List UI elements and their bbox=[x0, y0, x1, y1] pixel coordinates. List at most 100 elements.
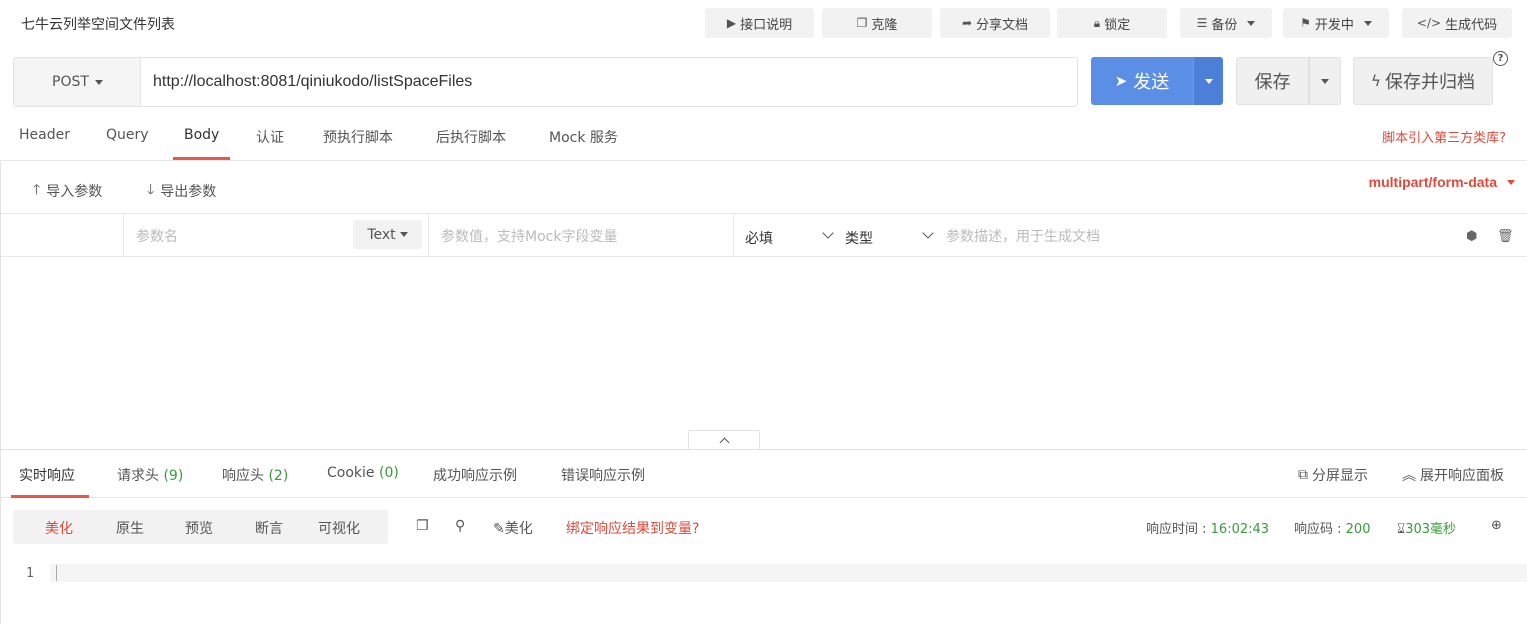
save-options-button[interactable] bbox=[1309, 57, 1341, 105]
cookie-count: (0) bbox=[378, 465, 399, 481]
tab-realtime-response[interactable]: 实时响应 bbox=[19, 465, 75, 485]
tab-mock[interactable]: Mock 服务 bbox=[549, 127, 618, 147]
play-icon: ▶ bbox=[726, 16, 737, 30]
share-doc-label: 分享文档 bbox=[976, 17, 1029, 33]
import-params-label: 导入参数 bbox=[46, 184, 103, 200]
tab-success-example[interactable]: 成功响应示例 bbox=[433, 465, 517, 485]
chevron-up-icon bbox=[719, 437, 729, 448]
copy-icon[interactable]: ❐ bbox=[416, 518, 429, 534]
tab-query[interactable]: Query bbox=[106, 127, 149, 143]
active-tab-indicator bbox=[173, 157, 230, 160]
collapse-panel-handle[interactable] bbox=[688, 430, 760, 450]
tab-request-headers[interactable]: 请求头 (9) bbox=[117, 465, 183, 485]
send-label: 发送 bbox=[1133, 72, 1170, 93]
split-icon: ⧉ bbox=[1298, 467, 1308, 483]
help-icon[interactable]: ? bbox=[1493, 51, 1508, 66]
export-params-button[interactable]: 🡓 导出参数 bbox=[147, 179, 216, 203]
backup-label: 备份 bbox=[1211, 17, 1238, 33]
active-line-highlight bbox=[50, 564, 1527, 582]
required-select[interactable]: 必填 bbox=[745, 228, 773, 248]
param-type-label: Text bbox=[367, 226, 396, 243]
download-icon[interactable]: ⊕ bbox=[1491, 518, 1502, 533]
send-button[interactable]: ➤ 发送 bbox=[1091, 57, 1193, 105]
request-headers-count: (9) bbox=[163, 468, 184, 484]
datatype-select[interactable]: 类型 bbox=[845, 228, 873, 248]
script-library-link[interactable]: 脚本引入第三方类库? bbox=[1382, 127, 1506, 146]
save-archive-label: 保存并归档 bbox=[1384, 72, 1475, 93]
tab-cookie[interactable]: Cookie (0) bbox=[327, 465, 399, 481]
view-mode-visualize[interactable]: 可视化 bbox=[318, 518, 360, 538]
expand-panel-button[interactable]: ︽ 展开响应面板 bbox=[1402, 465, 1504, 485]
method-select[interactable]: POST bbox=[13, 57, 141, 107]
cube-icon[interactable]: ⬢ bbox=[1466, 229, 1477, 244]
lock-label: 锁定 bbox=[1104, 17, 1131, 33]
share-doc-button[interactable]: ➦ 分享文档 bbox=[940, 8, 1050, 38]
duration-value: 303毫秒 bbox=[1405, 522, 1457, 537]
arrow-up-icon: 🡑 bbox=[33, 182, 41, 198]
send-options-button[interactable] bbox=[1193, 57, 1223, 105]
import-params-button[interactable]: 🡑 导入参数 bbox=[33, 179, 102, 203]
arrow-down-icon: 🡓 bbox=[147, 182, 155, 198]
copy-icon: ❐ bbox=[856, 16, 868, 30]
search-icon[interactable]: ⚲ bbox=[455, 518, 465, 534]
method-label: POST bbox=[52, 74, 89, 90]
response-editor[interactable]: 1 bbox=[0, 556, 1527, 624]
lock-button[interactable]: 🔒︎ 锁定 bbox=[1057, 8, 1167, 38]
response-headers-label: 响应头 bbox=[222, 468, 264, 484]
send-icon: ➤ bbox=[1114, 72, 1128, 90]
view-mode-pretty[interactable]: 美化 bbox=[45, 518, 73, 538]
code-icon: </> bbox=[1416, 16, 1442, 30]
database-icon: ☰ bbox=[1196, 16, 1208, 30]
tab-pre-script[interactable]: 预执行脚本 bbox=[323, 127, 393, 147]
api-doc-button[interactable]: ▶ 接口说明 bbox=[705, 8, 814, 38]
response-time-label: 响应时间 : bbox=[1146, 522, 1211, 537]
response-time: 响应时间 : 16:02:43 bbox=[1146, 518, 1269, 537]
top-bar: 七牛云列举空间文件列表 ▶ 接口说明 ❐ 克隆 ➦ 分享文档 🔒︎ 锁定 ☰ 备… bbox=[0, 0, 1527, 46]
response-code-value: 200 bbox=[1345, 522, 1371, 537]
tab-response-headers[interactable]: 响应头 (2) bbox=[222, 465, 288, 485]
param-desc-input[interactable]: 参数描述，用于生成文档 bbox=[946, 226, 1100, 246]
content-type-select[interactable]: multipart/form-data bbox=[1369, 174, 1515, 190]
tab-post-script[interactable]: 后执行脚本 bbox=[436, 127, 506, 147]
view-mode-group: 美化 原生 预览 断言 可视化 bbox=[13, 510, 388, 544]
view-mode-preview[interactable]: 预览 bbox=[185, 518, 213, 538]
tab-header[interactable]: Header bbox=[19, 127, 70, 143]
line-number: 1 bbox=[26, 566, 34, 581]
tab-error-example[interactable]: 错误响应示例 bbox=[561, 465, 645, 485]
response-duration: ⌛︎303毫秒 bbox=[1397, 518, 1456, 537]
double-chevron-up-icon: ︽ bbox=[1402, 468, 1416, 484]
tab-body[interactable]: Body bbox=[184, 127, 219, 143]
export-params-label: 导出参数 bbox=[160, 184, 217, 200]
page-title: 七牛云列举空间文件列表 bbox=[21, 17, 175, 33]
request-tabs: Header Query Body 认证 预执行脚本 后执行脚本 Mock 服务… bbox=[0, 112, 1527, 161]
trash-icon[interactable]: 🗑︎ bbox=[1497, 229, 1514, 244]
chevron-down-icon bbox=[1363, 20, 1372, 26]
param-row: 参数名 Text 参数值，支持Mock字段变量 必填 类型 参数描述，用于生成文… bbox=[0, 213, 1527, 257]
save-button[interactable]: 保存 bbox=[1236, 57, 1309, 105]
param-value-input[interactable]: 参数值，支持Mock字段变量 bbox=[441, 226, 617, 246]
generate-code-button[interactable]: </> 生成代码 bbox=[1402, 8, 1512, 38]
content-type-label: multipart/form-data bbox=[1368, 174, 1497, 190]
clone-button[interactable]: ❐ 克隆 bbox=[822, 8, 932, 38]
bind-variable-link[interactable]: 绑定响应结果到变量? bbox=[566, 518, 699, 538]
view-mode-raw[interactable]: 原生 bbox=[116, 518, 144, 538]
param-type-select[interactable]: Text bbox=[353, 220, 422, 249]
backup-dropdown[interactable]: ☰ 备份 bbox=[1180, 8, 1272, 38]
chevron-down-icon bbox=[1321, 78, 1329, 84]
chevron-down-icon[interactable] bbox=[922, 227, 934, 239]
line-gutter: 1 bbox=[0, 564, 50, 624]
chevron-down-icon bbox=[1507, 179, 1515, 185]
param-name-input[interactable]: 参数名 bbox=[136, 226, 178, 246]
tab-auth[interactable]: 认证 bbox=[256, 127, 284, 147]
param-actions: 🡑 导入参数 🡓 导出参数 multipart/form-data bbox=[0, 162, 1527, 214]
chevron-down-icon[interactable] bbox=[822, 227, 834, 239]
save-archive-button[interactable]: ϟ 保存并归档 bbox=[1353, 57, 1493, 105]
param-value-cell[interactable]: 参数值，支持Mock字段变量 bbox=[429, 214, 734, 256]
url-input[interactable] bbox=[140, 57, 1078, 107]
lock-icon: 🔒︎ bbox=[1093, 15, 1101, 30]
beautify-button[interactable]: ✎美化 bbox=[493, 518, 533, 538]
flag-icon: ⚑ bbox=[1300, 16, 1311, 30]
split-view-button[interactable]: ⧉ 分屏显示 bbox=[1298, 465, 1368, 485]
view-mode-assert[interactable]: 断言 bbox=[255, 518, 283, 538]
status-dropdown[interactable]: ⚑ 开发中 bbox=[1283, 8, 1389, 38]
